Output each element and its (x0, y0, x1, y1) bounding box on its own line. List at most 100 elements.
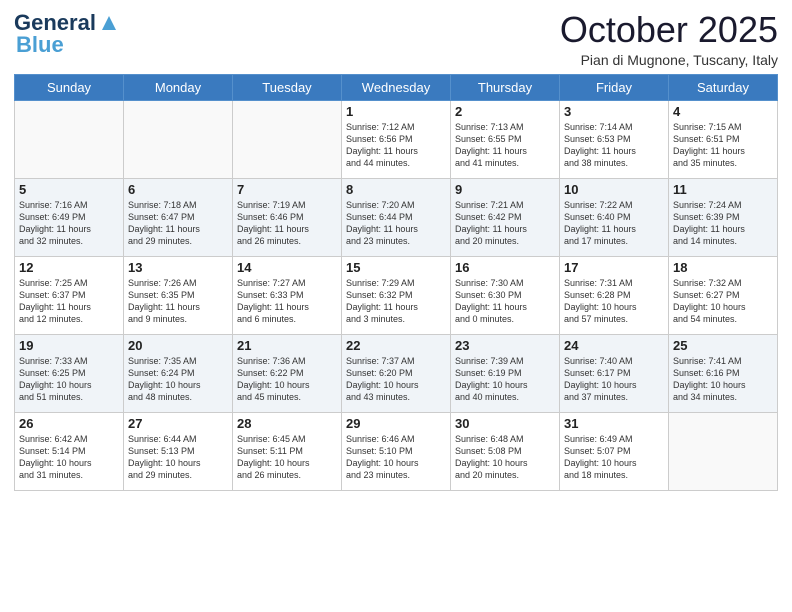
logo: General Blue (14, 10, 120, 58)
day-number: 4 (673, 104, 773, 119)
day-info: Sunrise: 7:25 AM Sunset: 6:37 PM Dayligh… (19, 277, 119, 326)
table-row: 24 Sunrise: 7:40 AM Sunset: 6:17 PM Dayli… (560, 334, 669, 412)
table-row: 26 Sunrise: 6:42 AM Sunset: 5:14 PM Dayli… (15, 412, 124, 490)
col-monday: Monday (124, 74, 233, 100)
col-wednesday: Wednesday (342, 74, 451, 100)
table-row: 25 Sunrise: 7:41 AM Sunset: 6:16 PM Dayli… (669, 334, 778, 412)
table-row: 16 Sunrise: 7:30 AM Sunset: 6:30 PM Dayli… (451, 256, 560, 334)
day-info: Sunrise: 7:18 AM Sunset: 6:47 PM Dayligh… (128, 199, 228, 248)
table-row: 13Sunrise: 7:26 AM Sunset: 6:35 PM Dayli… (124, 256, 233, 334)
day-number: 11 (673, 182, 773, 197)
table-row (15, 100, 124, 178)
table-row: 27 Sunrise: 6:44 AM Sunset: 5:13 PM Dayli… (124, 412, 233, 490)
day-info: Sunrise: 7:30 AM Sunset: 6:30 PM Dayligh… (455, 277, 555, 326)
day-number: 19 (19, 338, 119, 353)
day-info: Sunrise: 7:24 AM Sunset: 6:39 PM Dayligh… (673, 199, 773, 248)
col-thursday: Thursday (451, 74, 560, 100)
day-number: 27 (128, 416, 228, 431)
day-info: Sunrise: 7:29 AM Sunset: 6:32 PM Dayligh… (346, 277, 446, 326)
day-number: 25 (673, 338, 773, 353)
day-info: Sunrise: 7:32 AM Sunset: 6:27 PM Dayligh… (673, 277, 773, 326)
day-number: 22 (346, 338, 446, 353)
table-row: 28 Sunrise: 6:45 AM Sunset: 5:11 PM Dayli… (233, 412, 342, 490)
day-info: Sunrise: 6:49 AM Sunset: 5:07 PM Dayligh… (564, 433, 664, 482)
day-number: 14 (237, 260, 337, 275)
calendar: Sunday Monday Tuesday Wednesday Thursday… (14, 74, 778, 491)
day-number: 3 (564, 104, 664, 119)
table-row (233, 100, 342, 178)
table-row: 7Sunrise: 7:19 AM Sunset: 6:46 PM Daylig… (233, 178, 342, 256)
day-number: 26 (19, 416, 119, 431)
table-row: 30 Sunrise: 6:48 AM Sunset: 5:08 PM Dayli… (451, 412, 560, 490)
day-info: Sunrise: 7:13 AM Sunset: 6:55 PM Dayligh… (455, 121, 555, 170)
day-info: Sunrise: 6:44 AM Sunset: 5:13 PM Dayligh… (128, 433, 228, 482)
day-number: 23 (455, 338, 555, 353)
day-info: Sunrise: 7:36 AM Sunset: 6:22 PM Dayligh… (237, 355, 337, 404)
table-row (669, 412, 778, 490)
day-info: Sunrise: 7:22 AM Sunset: 6:40 PM Dayligh… (564, 199, 664, 248)
col-sunday: Sunday (15, 74, 124, 100)
table-row: 17Sunrise: 7:31 AM Sunset: 6:28 PM Dayli… (560, 256, 669, 334)
day-number: 18 (673, 260, 773, 275)
day-info: Sunrise: 7:35 AM Sunset: 6:24 PM Dayligh… (128, 355, 228, 404)
day-info: Sunrise: 7:21 AM Sunset: 6:42 PM Dayligh… (455, 199, 555, 248)
col-tuesday: Tuesday (233, 74, 342, 100)
day-info: Sunrise: 6:46 AM Sunset: 5:10 PM Dayligh… (346, 433, 446, 482)
day-info: Sunrise: 7:41 AM Sunset: 6:16 PM Dayligh… (673, 355, 773, 404)
table-row: 31 Sunrise: 6:49 AM Sunset: 5:07 PM Dayli… (560, 412, 669, 490)
table-row (124, 100, 233, 178)
day-number: 31 (564, 416, 664, 431)
day-info: Sunrise: 7:19 AM Sunset: 6:46 PM Dayligh… (237, 199, 337, 248)
day-info: Sunrise: 7:40 AM Sunset: 6:17 PM Dayligh… (564, 355, 664, 404)
table-row: 29 Sunrise: 6:46 AM Sunset: 5:10 PM Dayli… (342, 412, 451, 490)
table-row: 3 Sunrise: 7:14 AM Sunset: 6:53 PM Daylig… (560, 100, 669, 178)
day-info: Sunrise: 7:37 AM Sunset: 6:20 PM Dayligh… (346, 355, 446, 404)
table-row: 10 Sunrise: 7:22 AM Sunset: 6:40 PM Dayli… (560, 178, 669, 256)
day-info: Sunrise: 7:14 AM Sunset: 6:53 PM Dayligh… (564, 121, 664, 170)
day-info: Sunrise: 7:15 AM Sunset: 6:51 PM Dayligh… (673, 121, 773, 170)
day-info: Sunrise: 7:27 AM Sunset: 6:33 PM Dayligh… (237, 277, 337, 326)
day-info: Sunrise: 7:16 AM Sunset: 6:49 PM Dayligh… (19, 199, 119, 248)
day-number: 24 (564, 338, 664, 353)
location-subtitle: Pian di Mugnone, Tuscany, Italy (560, 52, 778, 68)
day-info: Sunrise: 7:31 AM Sunset: 6:28 PM Dayligh… (564, 277, 664, 326)
day-info: Sunrise: 7:33 AM Sunset: 6:25 PM Dayligh… (19, 355, 119, 404)
table-row: 23Sunrise: 7:39 AM Sunset: 6:19 PM Dayli… (451, 334, 560, 412)
table-row: 9 Sunrise: 7:21 AM Sunset: 6:42 PM Daylig… (451, 178, 560, 256)
logo-icon (98, 12, 120, 34)
day-info: Sunrise: 7:26 AM Sunset: 6:35 PM Dayligh… (128, 277, 228, 326)
day-info: Sunrise: 6:42 AM Sunset: 5:14 PM Dayligh… (19, 433, 119, 482)
day-number: 6 (128, 182, 228, 197)
table-row: 21 Sunrise: 7:36 AM Sunset: 6:22 PM Dayli… (233, 334, 342, 412)
day-number: 28 (237, 416, 337, 431)
day-number: 30 (455, 416, 555, 431)
day-number: 21 (237, 338, 337, 353)
table-row: 18 Sunrise: 7:32 AM Sunset: 6:27 PM Dayli… (669, 256, 778, 334)
table-row: 6 Sunrise: 7:18 AM Sunset: 6:47 PM Daylig… (124, 178, 233, 256)
day-info: Sunrise: 6:48 AM Sunset: 5:08 PM Dayligh… (455, 433, 555, 482)
col-friday: Friday (560, 74, 669, 100)
day-number: 15 (346, 260, 446, 275)
table-row: 8Sunrise: 7:20 AM Sunset: 6:44 PM Daylig… (342, 178, 451, 256)
day-number: 12 (19, 260, 119, 275)
day-number: 20 (128, 338, 228, 353)
logo-text-blue: Blue (16, 32, 64, 58)
table-row: 5 Sunrise: 7:16 AM Sunset: 6:49 PM Daylig… (15, 178, 124, 256)
day-number: 29 (346, 416, 446, 431)
table-row: 14 Sunrise: 7:27 AM Sunset: 6:33 PM Dayli… (233, 256, 342, 334)
day-number: 9 (455, 182, 555, 197)
day-info: Sunrise: 7:20 AM Sunset: 6:44 PM Dayligh… (346, 199, 446, 248)
table-row: 1Sunrise: 7:12 AM Sunset: 6:56 PM Daylig… (342, 100, 451, 178)
table-row: 22 Sunrise: 7:37 AM Sunset: 6:20 PM Dayli… (342, 334, 451, 412)
day-number: 5 (19, 182, 119, 197)
table-row: 11 Sunrise: 7:24 AM Sunset: 6:39 PM Dayli… (669, 178, 778, 256)
col-saturday: Saturday (669, 74, 778, 100)
day-number: 10 (564, 182, 664, 197)
day-info: Sunrise: 7:12 AM Sunset: 6:56 PM Dayligh… (346, 121, 446, 170)
day-number: 16 (455, 260, 555, 275)
table-row: 2Sunrise: 7:13 AM Sunset: 6:55 PM Daylig… (451, 100, 560, 178)
table-row: 12 Sunrise: 7:25 AM Sunset: 6:37 PM Dayli… (15, 256, 124, 334)
table-row: 4 Sunrise: 7:15 AM Sunset: 6:51 PM Daylig… (669, 100, 778, 178)
title-area: October 2025 Pian di Mugnone, Tuscany, I… (560, 10, 778, 68)
day-info: Sunrise: 6:45 AM Sunset: 5:11 PM Dayligh… (237, 433, 337, 482)
